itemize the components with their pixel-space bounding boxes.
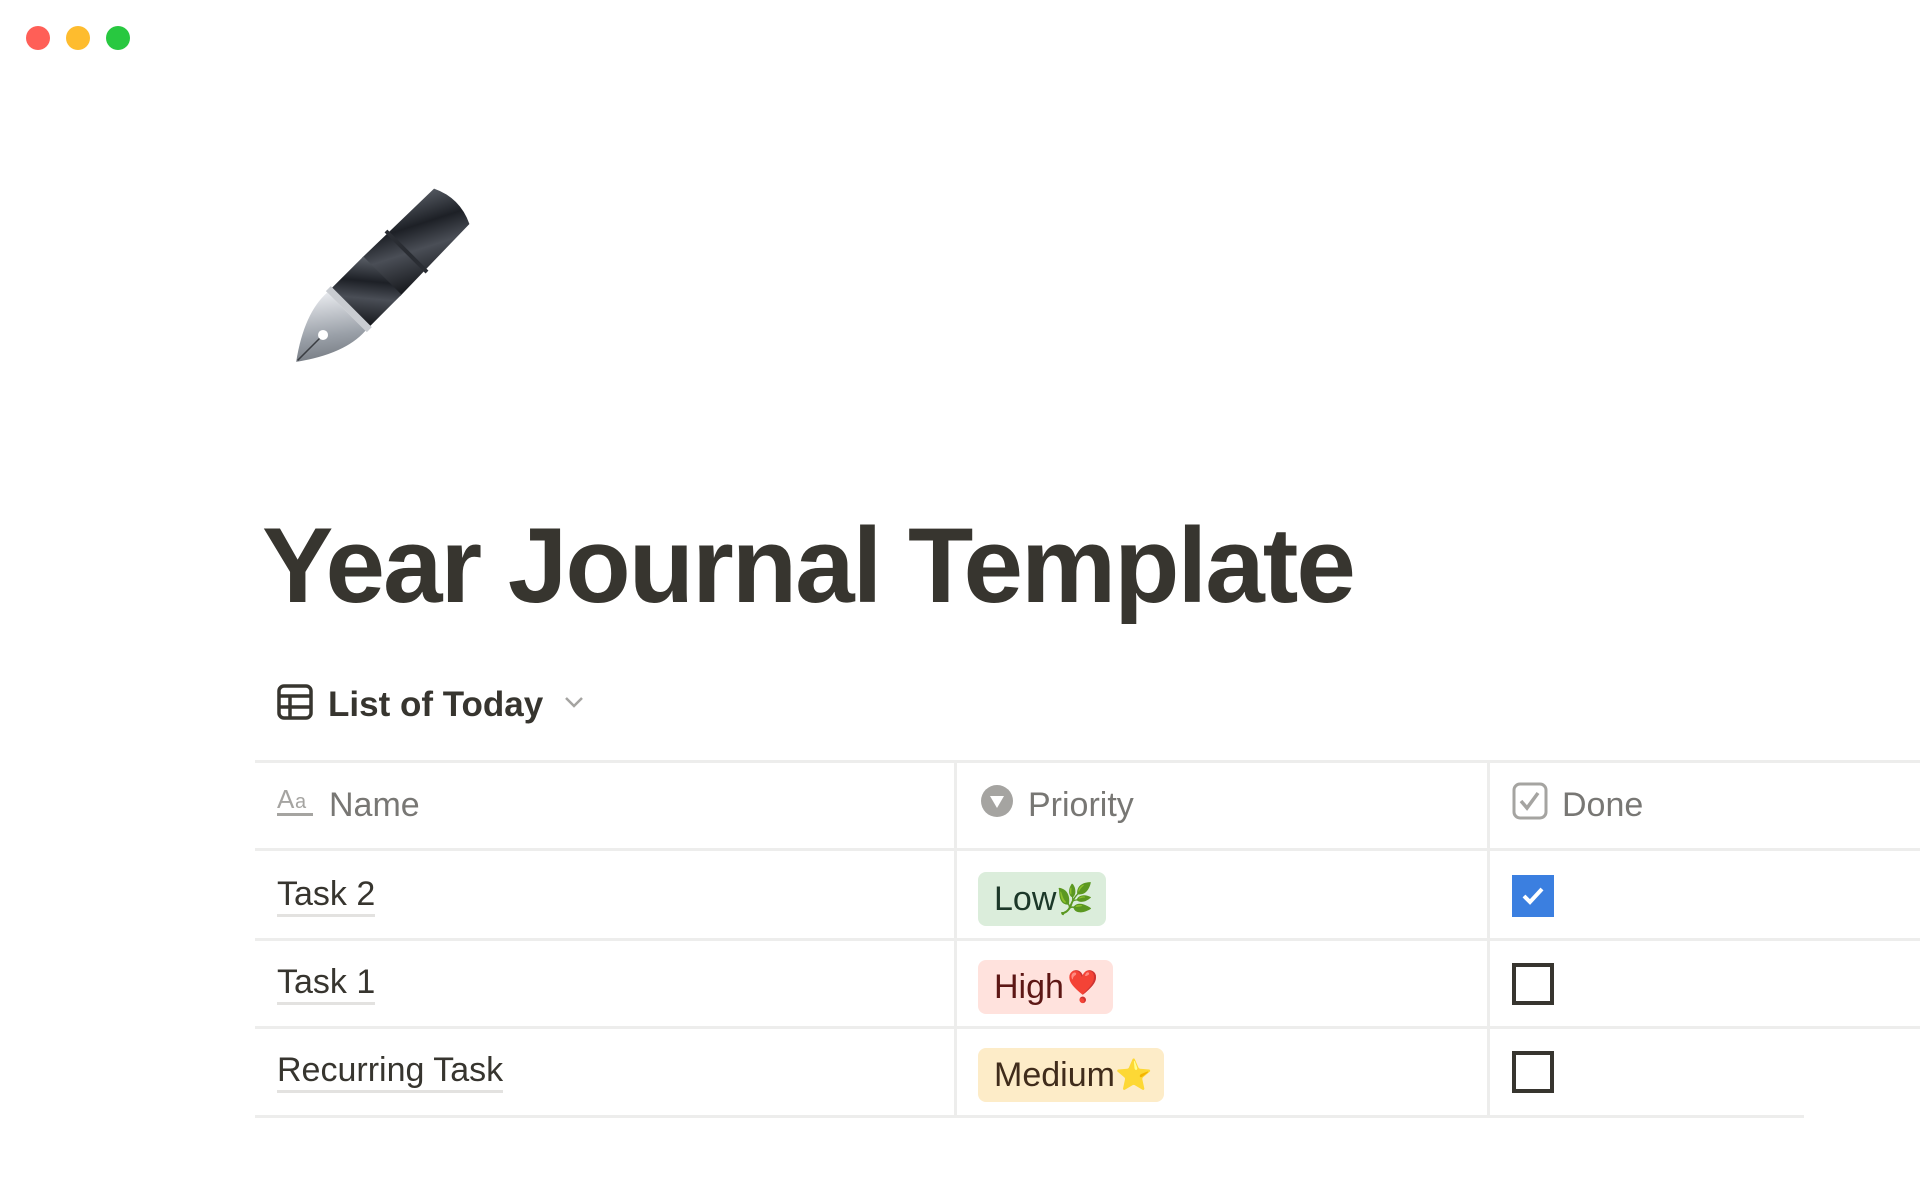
- select-icon: [980, 784, 1014, 827]
- column-divider: [954, 761, 957, 1116]
- column-header-priority[interactable]: Priority: [980, 761, 1134, 849]
- page-title[interactable]: Year Journal Template: [262, 500, 1356, 630]
- priority-tag[interactable]: High ❣️: [978, 960, 1114, 1014]
- checkmark-icon: [1522, 887, 1544, 905]
- row-name[interactable]: Recurring Task: [277, 1050, 504, 1093]
- column-header-label: Priority: [1028, 785, 1134, 824]
- column-divider: [1487, 761, 1490, 1116]
- priority-label: Medium: [994, 1055, 1115, 1094]
- heart-exclamation-icon: ❣️: [1063, 970, 1102, 1004]
- priority-tag[interactable]: Medium ⭐: [978, 1048, 1165, 1102]
- done-checkbox[interactable]: [1512, 963, 1554, 1005]
- checkbox-icon: [1512, 782, 1548, 829]
- row-divider: [255, 1026, 1920, 1029]
- database-view-selector[interactable]: List of Today: [276, 683, 587, 726]
- herb-icon: 🌿: [1056, 882, 1094, 916]
- text-type-icon: A a: [277, 784, 315, 827]
- database-title: List of Today: [328, 684, 544, 724]
- window-controls: [26, 26, 130, 50]
- minimize-window-button[interactable]: [66, 26, 90, 50]
- row-name[interactable]: Task 1: [277, 962, 376, 1005]
- fountain-pen-icon[interactable]: [262, 182, 477, 397]
- column-header-name[interactable]: A a Name: [277, 761, 420, 849]
- column-header-label: Name: [329, 785, 420, 824]
- table-icon: [276, 683, 314, 726]
- table-border-bottom: [255, 1115, 1804, 1118]
- row-name[interactable]: Task 2: [277, 874, 376, 917]
- svg-text:A: A: [277, 784, 295, 814]
- column-header-done[interactable]: Done: [1512, 761, 1643, 849]
- row-divider: [255, 938, 1920, 941]
- close-window-button[interactable]: [26, 26, 50, 50]
- done-checkbox-checked[interactable]: [1512, 875, 1554, 917]
- priority-tag[interactable]: Low 🌿: [978, 872, 1106, 926]
- maximize-window-button[interactable]: [106, 26, 130, 50]
- priority-label: High: [994, 967, 1064, 1006]
- chevron-down-icon[interactable]: [557, 689, 587, 720]
- priority-label: Low: [994, 879, 1057, 918]
- svg-text:a: a: [295, 791, 307, 813]
- column-header-label: Done: [1562, 785, 1644, 824]
- star-icon: ⭐: [1114, 1058, 1153, 1092]
- done-checkbox[interactable]: [1512, 1051, 1554, 1093]
